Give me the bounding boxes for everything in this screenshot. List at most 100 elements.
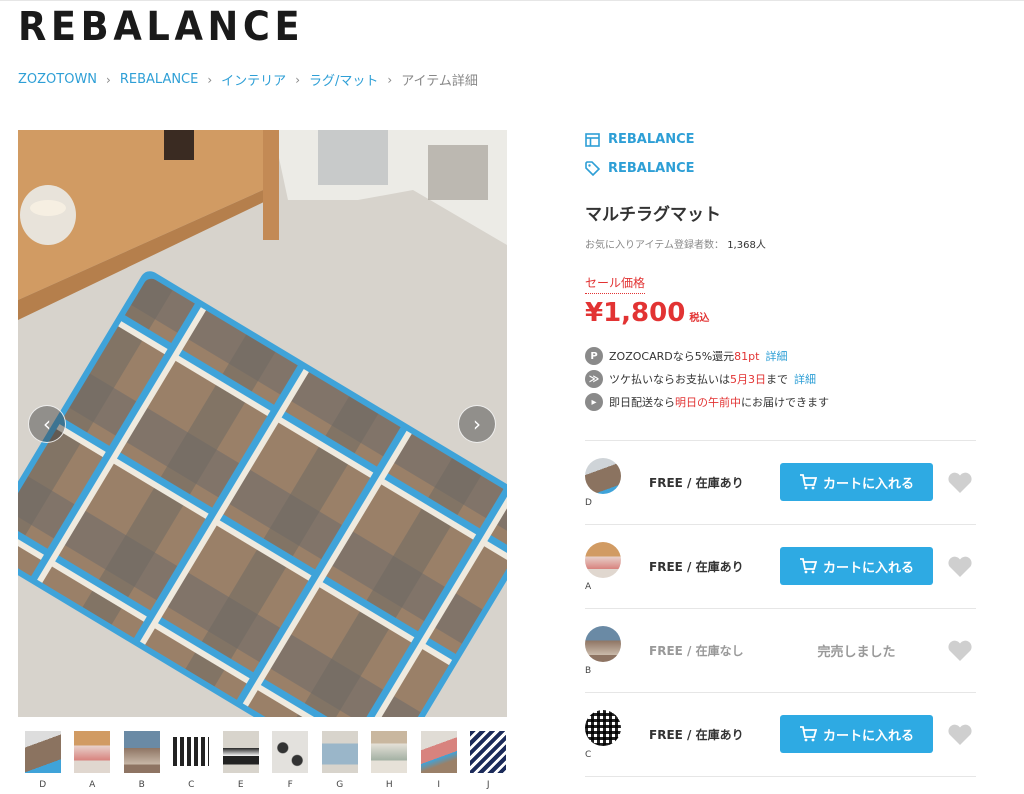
delivery-info: ▸ 即日配送なら 明日の午前中 にお届けできます [585,393,829,411]
thumbnail-image [74,731,111,773]
points-detail-link[interactable]: 詳細 [765,348,787,364]
thumbnail-image [123,731,160,773]
variant-code: C [585,750,592,760]
add-to-cart-label: カートに入れる [822,475,914,491]
thumbnail-label: F [287,780,293,790]
price-value: ¥1,800 [585,298,686,328]
favorite-heart-icon[interactable] [947,556,973,578]
top-border [0,0,1024,1]
next-image-button[interactable]: › [458,405,496,443]
thumbnail-item[interactable]: B [117,731,167,790]
brand-link[interactable]: REBALANCE [585,161,695,176]
variant-row: D FREE / 在庫あり カートに入れる [585,441,976,525]
thumbnail-image [470,731,507,773]
cart-icon [799,726,817,742]
variant-swatch[interactable] [585,542,621,578]
thumbnail-label: C [188,780,195,790]
breadcrumb-separator: › [106,72,111,87]
add-to-cart-button[interactable]: カートに入れる [780,463,933,501]
thumbnail-label: J [486,780,490,790]
favorite-heart-icon[interactable] [947,640,973,662]
thumbnail-image [321,731,358,773]
breadcrumb-item-interior[interactable]: インテリア [221,70,286,89]
thumbnail-image [24,731,61,773]
tsuke-date: 5月3日 [730,373,766,386]
thumbnail-strip: D A B C E F G H I J [18,731,513,790]
favorites-label: お気に入りアイテム登録者数： [585,240,724,251]
tsuke-detail-link[interactable]: 詳細 [794,371,816,387]
thumbnail-image [272,731,309,773]
variant-stock: FREE / 在庫なし [649,644,744,658]
variant-swatch[interactable] [585,458,621,494]
sold-out-label: 完売しました [817,644,896,660]
breadcrumb-separator: › [295,72,300,87]
variant-stock: FREE / 在庫あり [649,728,744,742]
thumbnail-item[interactable]: A [68,731,118,790]
points-text: ZOZOCARDなら5%還元 [609,350,735,363]
variant-swatch[interactable] [585,626,621,662]
brand-name: REBALANCE [608,161,695,176]
add-to-cart-button[interactable]: カートに入れる [780,547,933,585]
variant-stock: FREE / 在庫あり [649,560,744,574]
tax-label: 税込 [689,313,710,324]
thumbnail-item[interactable]: G [315,731,365,790]
variant-swatch[interactable] [585,710,621,746]
prev-image-button[interactable]: ‹ [28,405,66,443]
shop-link[interactable]: REBALANCE [585,132,695,147]
tag-icon [585,161,600,176]
tsuke-text-post: まで [766,373,788,386]
thumbnail-item[interactable]: J [464,731,514,790]
points-value: 81pt [734,349,760,363]
price: ¥1,800 税込 [585,298,709,328]
variant-code: D [585,498,592,508]
variant-stock: FREE / 在庫あり [649,476,744,490]
breadcrumb-item-brand[interactable]: REBALANCE [120,72,199,87]
thumbnail-item[interactable]: I [414,731,464,790]
delivery-time: 明日の午前中 [675,396,741,409]
breadcrumb-separator: › [387,72,393,87]
thumbnail-item[interactable]: D [18,731,68,790]
thumbnail-label: I [437,780,441,790]
cart-icon [799,474,817,490]
thumbnail-image [420,731,457,773]
favorites-count: お気に入りアイテム登録者数： 1,368人 [585,236,766,251]
variant-code: A [585,582,592,592]
variant-row: C FREE / 在庫あり カートに入れる [585,693,976,777]
delivery-text: 即日配送なら [609,396,675,409]
favorite-heart-icon[interactable] [947,724,973,746]
delivery-text-post: にお届けできます [741,396,829,409]
delivery-truck-icon: ▸ [585,393,603,411]
favorites-number: 1,368人 [727,240,766,251]
breadcrumb-separator: › [207,72,213,87]
breadcrumb-item-zozotown[interactable]: ZOZOTOWN [18,72,97,87]
thumbnail-item[interactable]: C [167,731,217,790]
shop-name: REBALANCE [608,132,695,147]
thumbnail-image [222,731,259,773]
thumbnail-item[interactable]: H [365,731,415,790]
breadcrumb-item-rug-mat[interactable]: ラグ/マット [309,70,378,89]
points-icon: P [585,347,603,365]
thumbnail-image [173,731,210,773]
favorite-heart-icon[interactable] [947,472,973,494]
thumbnail-item[interactable]: F [266,731,316,790]
variant-row: A FREE / 在庫あり カートに入れる [585,525,976,609]
add-to-cart-button[interactable]: カートに入れる [780,715,933,753]
variant-row: B FREE / 在庫なし 完売しました [585,609,976,693]
breadcrumb: ZOZOTOWN › REBALANCE › インテリア › ラグ/マット › … [18,70,478,89]
chevron-left-icon: ‹ [43,412,51,436]
add-to-cart-label: カートに入れる [822,727,914,743]
thumbnail-item[interactable]: E [216,731,266,790]
site-logo[interactable]: REBALANCE [18,4,304,50]
shop-icon [585,132,600,147]
thumbnail-label: D [39,780,47,790]
points-info: P ZOZOCARDなら5%還元 81pt 詳細 [585,347,787,365]
tsuke-text: ツケ払いならお支払いは [609,373,730,386]
breadcrumb-current: アイテム詳細 [401,74,478,89]
product-title: マルチラグマット [585,205,721,225]
tsuke-info: ≫ ツケ払いならお支払いは 5月3日 まで 詳細 [585,370,816,388]
variant-code: B [585,666,592,676]
variant-list: D FREE / 在庫あり カートに入れる A FREE / 在庫あり カートに… [585,440,976,777]
tsuke-icon: ≫ [585,370,603,388]
chevron-right-icon: › [473,412,481,436]
main-product-image[interactable] [18,130,507,717]
